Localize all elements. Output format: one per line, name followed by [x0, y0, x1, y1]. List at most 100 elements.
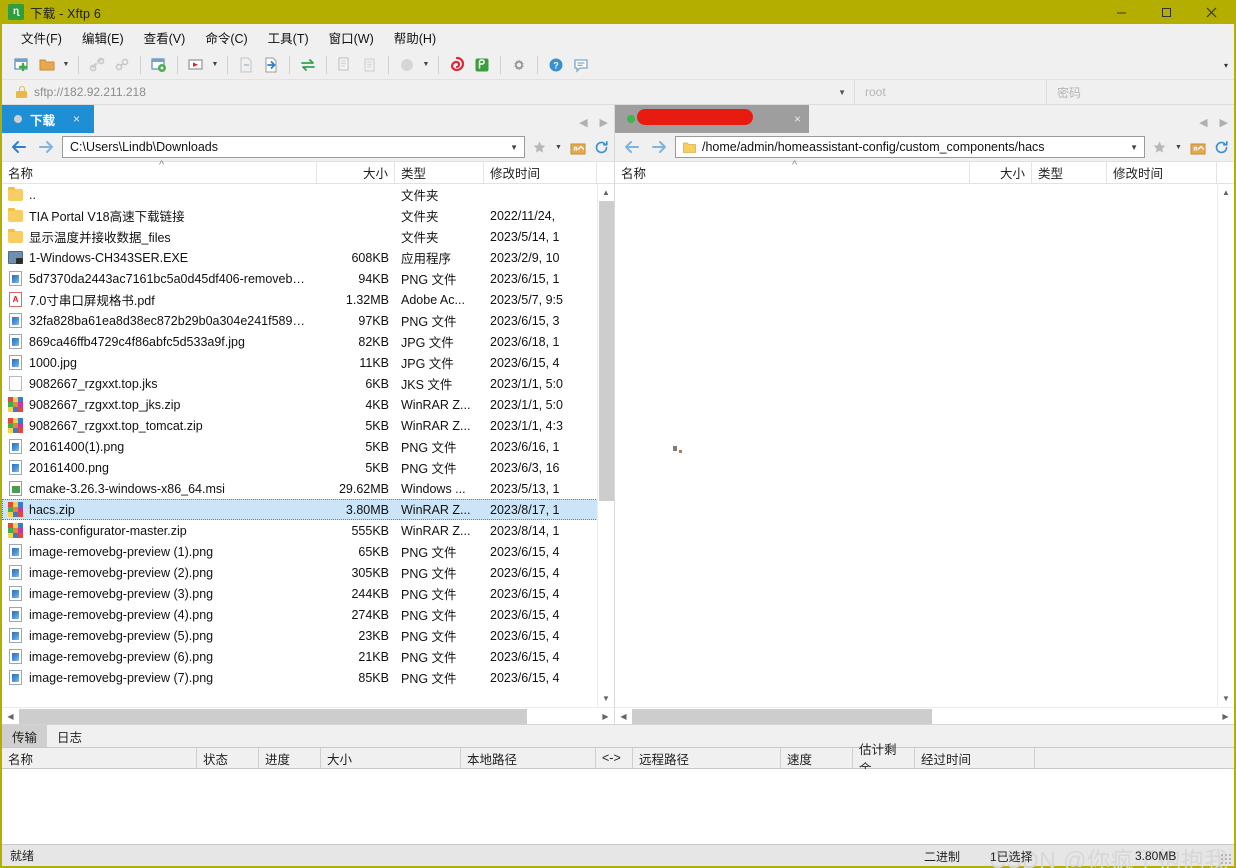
username-field[interactable]: root: [854, 80, 1046, 104]
table-row[interactable]: 9082667_rzgxxt.top_jks.zip 4KB WinRAR Z...…: [2, 394, 614, 415]
open-folder-icon[interactable]: [35, 53, 59, 77]
tab-scroll-left-icon[interactable]: ◀: [1199, 116, 1207, 129]
sync-transfer-icon[interactable]: [296, 53, 320, 77]
transfer-column-header[interactable]: 速度: [781, 748, 853, 768]
column-header-name[interactable]: 名称: [2, 159, 317, 183]
table-row[interactable]: 5d7370da2443ac7161bc5a0d45df406-removebg…: [2, 268, 614, 289]
table-row[interactable]: hass-configurator-master.zip 555KB WinRAR …: [2, 520, 614, 541]
scroll-up-icon[interactable]: ▲: [1218, 184, 1235, 201]
local-hscroll-thumb[interactable]: [19, 708, 527, 724]
transfer-start-icon[interactable]: [184, 53, 208, 77]
open-folder-caret-icon[interactable]: ▼: [60, 53, 72, 77]
table-row[interactable]: 9082667_rzgxxt.top_tomcat.zip 5KB WinRAR Z…: [2, 415, 614, 436]
menu-file[interactable]: 文件(F): [12, 25, 71, 50]
minimize-button[interactable]: [1099, 0, 1144, 24]
local-vscroll-thumb[interactable]: [598, 201, 614, 501]
table-row[interactable]: A 7.0寸串口屏规格书.pdf 1.32MB Adobe Ac... 2023/5/7…: [2, 289, 614, 310]
transfer-column-header[interactable]: 大小: [321, 748, 461, 768]
refresh-icon[interactable]: [1212, 136, 1230, 158]
remote-hscroll-thumb[interactable]: [632, 708, 932, 724]
help-icon[interactable]: ?: [544, 53, 568, 77]
table-row[interactable]: .. 文件夹: [2, 184, 614, 205]
local-hscroll-track[interactable]: [19, 708, 597, 725]
tab-log[interactable]: 日志: [47, 725, 92, 747]
remote-path-input[interactable]: /home/admin/homeassistant-config/custom_…: [675, 136, 1145, 158]
table-row[interactable]: image-removebg-preview (2).png 305KB PNG 文…: [2, 562, 614, 583]
transfer-column-header[interactable]: 名称: [2, 748, 197, 768]
local-tab-close-icon[interactable]: ×: [73, 112, 80, 126]
tab-scroll-right-icon[interactable]: ▶: [600, 116, 608, 129]
session-settings-icon[interactable]: [147, 53, 171, 77]
table-row[interactable]: 显示温度并接收数据_files 文件夹 2023/5/14, 1: [2, 226, 614, 247]
toolbar-overflow-icon[interactable]: ▾: [1224, 50, 1228, 80]
table-row[interactable]: 1-Windows-CH343SER.EXE 608KB 应用程序 2023/2/9,…: [2, 247, 614, 268]
scroll-up-icon[interactable]: ▲: [598, 184, 615, 201]
xshell-icon[interactable]: [445, 53, 469, 77]
remote-tab-close-icon[interactable]: ×: [794, 112, 801, 126]
table-row[interactable]: image-removebg-preview (1).png 65KB PNG 文件…: [2, 541, 614, 562]
column-header-type[interactable]: 类型: [395, 162, 484, 183]
transfer-column-header[interactable]: 远程路径: [633, 748, 781, 768]
local-vscroll-track[interactable]: [597, 201, 614, 690]
column-header-size[interactable]: 大小: [970, 162, 1032, 183]
local-vertical-scrollbar[interactable]: ▲ ▼: [597, 184, 614, 707]
table-row[interactable]: 20161400(1).png 5KB PNG 文件 2023/6/16, 1: [2, 436, 614, 457]
table-row[interactable]: TIA Portal V18高速下载链接 文件夹 2022/11/24,: [2, 205, 614, 226]
table-row[interactable]: 9082667_rzgxxt.top.jks 6KB JKS 文件 2023/1/1,…: [2, 373, 614, 394]
table-row[interactable]: image-removebg-preview (5).png 23KB PNG 文件…: [2, 625, 614, 646]
column-header-type[interactable]: 类型: [1032, 162, 1107, 183]
remote-vertical-scrollbar[interactable]: ▲ ▼: [1217, 184, 1234, 707]
password-field[interactable]: 密码: [1046, 80, 1234, 104]
menu-help[interactable]: 帮助(H): [385, 25, 445, 50]
new-session-icon[interactable]: [10, 53, 34, 77]
forward-button[interactable]: [35, 136, 57, 158]
tab-scroll-right-icon[interactable]: ▶: [1220, 116, 1228, 129]
table-row[interactable]: cmake-3.26.3-windows-x86_64.msi 29.62MB Wi…: [2, 478, 614, 499]
bookmark-star-icon[interactable]: [1150, 136, 1168, 158]
scroll-left-icon[interactable]: ◀: [615, 708, 632, 725]
column-header-mtime[interactable]: 修改时间: [1107, 162, 1217, 183]
scroll-left-icon[interactable]: ◀: [2, 708, 19, 725]
local-path-input[interactable]: C:\Users\Lindb\Downloads ▼: [62, 136, 525, 158]
table-row[interactable]: image-removebg-preview (7).png 85KB PNG 文件…: [2, 667, 614, 688]
table-row[interactable]: 1000.jpg 11KB JPG 文件 2023/6/15, 4: [2, 352, 614, 373]
scroll-down-icon[interactable]: ▼: [1218, 690, 1235, 707]
bookmark-star-icon[interactable]: [530, 136, 548, 158]
maximize-button[interactable]: [1144, 0, 1189, 24]
home-folder-icon[interactable]: [569, 136, 587, 158]
refresh-icon[interactable]: [592, 136, 610, 158]
transfer-column-header[interactable]: <->: [596, 748, 633, 768]
bookmark-caret-icon[interactable]: ▼: [553, 136, 564, 158]
table-row[interactable]: 20161400.png 5KB PNG 文件 2023/6/3, 16: [2, 457, 614, 478]
menu-window[interactable]: 窗口(W): [320, 25, 383, 50]
remote-horizontal-scrollbar[interactable]: ◀ ▶: [615, 707, 1234, 724]
table-row[interactable]: 32fa828ba61ea8d38ec872b29b0a304e241f5899…: [2, 310, 614, 331]
import-file-icon[interactable]: [259, 53, 283, 77]
local-path-dropdown-icon[interactable]: ▼: [510, 143, 520, 152]
xftp-icon[interactable]: [470, 53, 494, 77]
transfer-column-header[interactable]: 估计剩余...: [853, 743, 915, 776]
transfer-column-header[interactable]: 进度: [259, 748, 321, 768]
table-row[interactable]: image-removebg-preview (4).png 274KB PNG 文…: [2, 604, 614, 625]
transfer-column-header[interactable]: 状态: [197, 748, 259, 768]
local-tab[interactable]: 下载 ×: [2, 105, 94, 133]
table-row[interactable]: image-removebg-preview (3).png 244KB PNG 文…: [2, 583, 614, 604]
back-button[interactable]: [621, 136, 643, 158]
column-header-mtime[interactable]: 修改时间: [484, 162, 597, 183]
remote-tab[interactable]: ×: [615, 105, 809, 133]
remote-hscroll-track[interactable]: [632, 708, 1217, 725]
scroll-right-icon[interactable]: ▶: [1217, 708, 1234, 725]
tab-transfer[interactable]: 传输: [2, 725, 48, 747]
bookmark-caret-icon[interactable]: ▼: [1173, 136, 1184, 158]
remote-path-dropdown-icon[interactable]: ▼: [1130, 143, 1140, 152]
resize-grip-icon[interactable]: [1220, 853, 1232, 865]
gear-icon[interactable]: [507, 53, 531, 77]
url-dropdown-icon[interactable]: ▼: [838, 80, 846, 105]
close-button[interactable]: [1189, 0, 1234, 24]
menu-tools[interactable]: 工具(T): [259, 25, 318, 50]
scroll-down-icon[interactable]: ▼: [598, 690, 615, 707]
feedback-icon[interactable]: [569, 53, 593, 77]
transfer-column-header[interactable]: 经过时间: [915, 748, 1035, 768]
remote-vscroll-track[interactable]: [1217, 201, 1234, 690]
column-header-size[interactable]: 大小: [317, 162, 395, 183]
